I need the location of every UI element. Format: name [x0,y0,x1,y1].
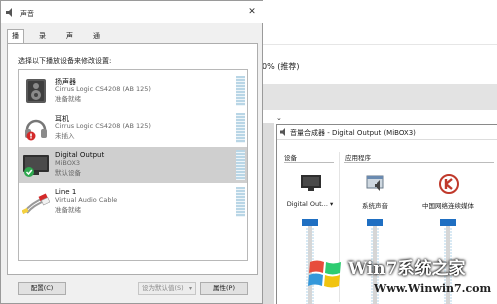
watermark-brand: Win7系统之家 [348,259,466,279]
device-item-digital-output[interactable]: Digital Output MiBOX3 默认设备 [19,147,247,183]
background-control-strip [262,84,497,110]
device-status: 准备就绪 [55,206,81,214]
windows-logo-icon [308,260,341,288]
watermark-url: Www.Winwin7.com [374,282,492,295]
tab-communications[interactable]: 通信 [88,29,105,53]
background-value-text: 0% (推荐) [262,62,300,71]
configure-button[interactable]: 配置(C) [18,282,66,295]
speaker-icon [280,128,285,136]
volume-meter [236,76,245,106]
properties-button[interactable]: 属性(P) [200,282,248,295]
tab-sounds[interactable]: 声音 [61,29,78,53]
apps-section-label: 应用程序 [345,154,371,162]
chevron-down-icon[interactable]: ⌄ [276,114,282,122]
background-divider [262,44,497,45]
section-divider [344,162,494,163]
device-item-speakers[interactable]: 扬声器 Cirrus Logic CS4208 (AB 125) 准备就绪 [19,73,247,109]
close-button[interactable]: ✕ [244,6,260,19]
dialog-title-bar: 声音 ✕ [1,1,264,23]
mixer-title-bar: 音量合成器 - Digital Output (MiBOX3) [277,125,497,139]
watermark: Win7系统之家 Www.Winwin7.com [306,250,497,304]
tab-recording[interactable]: 录制 [34,29,51,53]
monitor-icon[interactable] [300,174,322,194]
speaker-icon [26,79,46,103]
tab-playback[interactable]: 播放 [7,29,24,53]
chevron-down-icon: ▾ [188,285,192,292]
device-name: Digital Output [55,151,105,159]
device-section-label: 设备 [284,154,297,162]
background-row: ⌄ [262,114,497,123]
cable-icon [22,193,50,215]
volume-slider-thumb[interactable] [302,219,318,226]
mixer-column-label[interactable]: Digital Out... ▾ [282,200,338,208]
volume-meter [236,150,245,180]
device-subtitle: Cirrus Logic CS4208 (AB 125) [55,85,151,93]
device-subtitle: Virtual Audio Cable [55,196,118,204]
device-subtitle: MiBOX3 [55,159,81,167]
sound-dialog: 声音 ✕ 播放 录制 声音 通信 选择以下播放设备来修改设置: 扬声器 Cirr… [0,0,264,304]
volume-slider-thumb[interactable] [440,219,456,226]
background-panel [262,123,274,304]
device-subtitle: Cirrus Logic CS4208 (AB 125) [55,122,151,130]
set-default-label: 设为默认值(S) [142,284,184,292]
device-status: 准备就绪 [55,95,81,103]
device-status: 默认设备 [55,169,81,177]
section-divider [284,162,334,163]
device-list[interactable]: 扬声器 Cirrus Logic CS4208 (AB 125) 准备就绪 耳机… [18,69,248,261]
device-item-line1[interactable]: Line 1 Virtual Audio Cable 准备就绪 [19,184,247,220]
speaker-icon [6,8,12,17]
mixer-column-label: 中国网络连续媒体 [422,202,474,210]
dialog-title: 声音 [20,10,34,18]
mixer-column-label: 系统声音 [362,202,388,210]
system-sounds-icon[interactable] [365,174,387,194]
volume-meter [236,113,245,143]
volume-slider-thumb[interactable] [367,219,383,226]
device-name: Line 1 [55,188,77,196]
set-default-button[interactable]: 设为默认值(S) ▾ [138,282,196,295]
device-status: 未插入 [55,132,75,140]
instruction-text: 选择以下播放设备来修改设置: [18,57,112,65]
chevron-down-icon: ▾ [329,200,334,208]
device-item-headphones[interactable]: 耳机 Cirrus Logic CS4208 (AB 125) 未插入 [19,110,247,146]
headphones-icon [25,119,47,141]
monitor-icon [23,155,49,177]
mixer-title: 音量合成器 - Digital Output (MiBOX3) [290,129,416,137]
cntv-app-icon[interactable] [438,174,460,194]
volume-meter [236,187,245,217]
